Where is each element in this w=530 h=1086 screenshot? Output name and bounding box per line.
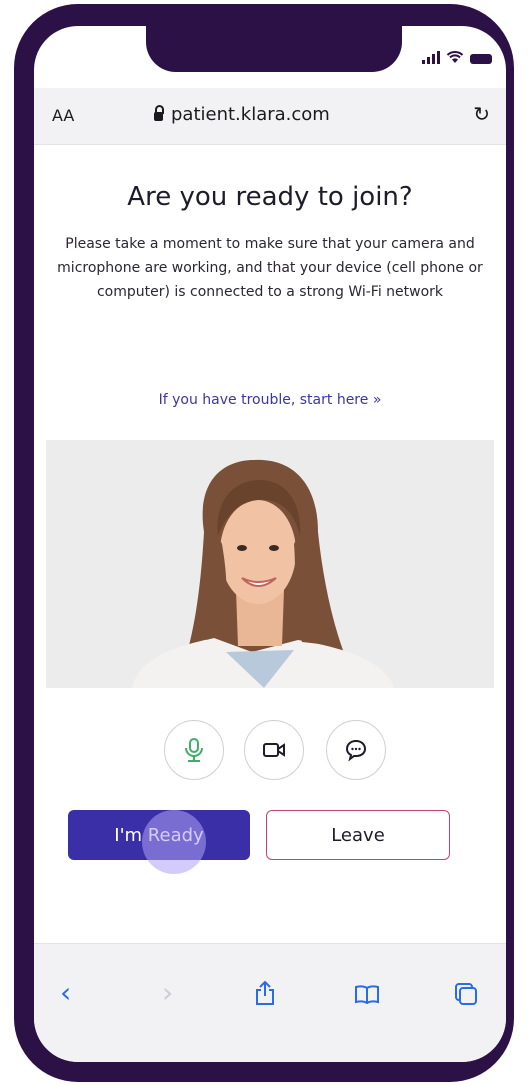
trouble-link[interactable]: If you have trouble, start here » bbox=[34, 392, 506, 408]
tabs-icon[interactable] bbox=[454, 982, 478, 1006]
text-size-button[interactable]: AA bbox=[52, 106, 74, 125]
url-display[interactable]: patient.klara.com bbox=[154, 104, 330, 125]
chat-icon bbox=[345, 739, 367, 762]
tap-indicator bbox=[142, 810, 206, 874]
camera-toggle-button[interactable] bbox=[244, 720, 304, 780]
back-icon[interactable]: ‹ bbox=[60, 976, 71, 1009]
page-title: Are you ready to join? bbox=[127, 182, 413, 212]
share-icon[interactable] bbox=[254, 980, 276, 1006]
camera-preview bbox=[46, 440, 494, 688]
signal-icon bbox=[422, 51, 440, 64]
bookmarks-icon[interactable] bbox=[354, 984, 380, 1004]
reload-icon[interactable]: ↻ bbox=[473, 102, 490, 126]
battery-icon bbox=[470, 54, 492, 64]
lock-icon bbox=[154, 105, 164, 121]
forward-icon[interactable]: › bbox=[162, 976, 173, 1009]
camera-preview-person bbox=[46, 440, 494, 688]
page-description: Please take a moment to make sure that y… bbox=[57, 236, 483, 300]
video-camera-icon bbox=[263, 743, 285, 757]
wifi-icon bbox=[446, 51, 464, 63]
browser-address-bar[interactable]: AA patient.klara.com ↻ bbox=[34, 88, 506, 145]
chat-button[interactable] bbox=[326, 720, 386, 780]
phone-notch bbox=[146, 26, 402, 72]
status-bar-icons bbox=[422, 50, 492, 64]
microphone-icon bbox=[185, 738, 203, 762]
leave-button[interactable]: Leave bbox=[266, 810, 450, 860]
microphone-toggle-button[interactable] bbox=[164, 720, 224, 780]
url-text: patient.klara.com bbox=[171, 104, 330, 125]
browser-toolbar: ‹ › bbox=[34, 943, 506, 1062]
phone-screen: AA patient.klara.com ↻ Are you ready to … bbox=[34, 26, 506, 1062]
